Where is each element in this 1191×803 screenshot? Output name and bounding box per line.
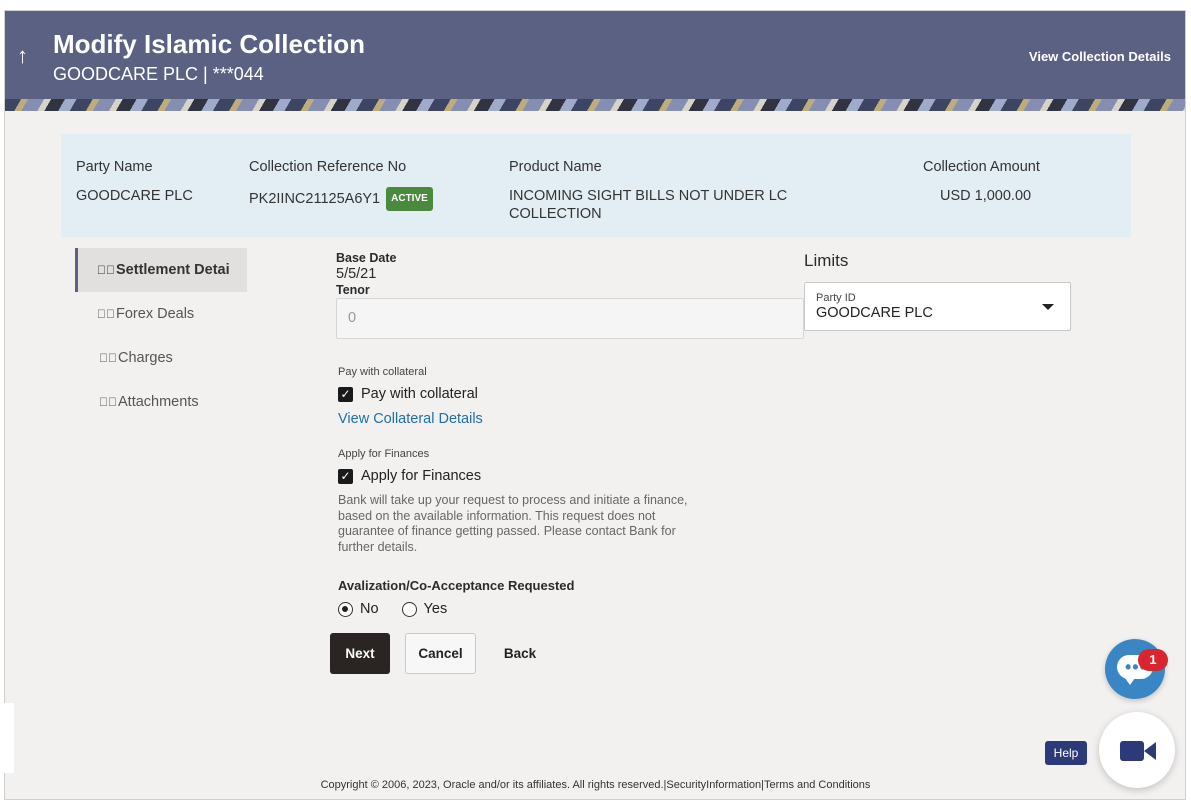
product-block: Product Name INCOMING SIGHT BILLS NOT UN… [509,159,809,223]
check-circle-icon: ✓⃝ [97,263,115,277]
sidebar-item-attachments[interactable]: ✓⃝Attachments [75,380,247,424]
pay-collateral-checkbox[interactable]: ✓ [338,386,353,402]
page-footer: Copyright © 2006, 2023, Oracle and/or it… [320,779,871,791]
sidebar-nav: ✓⃝Settlement Detai ✓⃝Forex Deals ✓⃝Charg… [75,248,247,424]
radio-yes-label: Yes [423,601,448,617]
view-collateral-details-link[interactable]: View Collateral Details [338,411,483,427]
apply-finances-checkbox-label: Apply for Finances [361,468,482,484]
cancel-button[interactable]: Cancel [405,633,476,674]
chevron-down-icon[interactable] [1042,304,1054,310]
party-id-select[interactable]: Party ID GOODCARE PLC [804,282,1071,331]
check-circle-icon: ✓⃝ [99,395,117,409]
chat-notification-badge: 1 [1138,649,1168,671]
sidebar-item-label: Attachments [118,394,199,410]
pay-collateral-section-label: Pay with collateral [338,366,427,378]
amount-block: Collection Amount USD 1,000.00 [923,159,1040,205]
apply-finances-checkbox[interactable]: ✓ [338,468,353,484]
party-name-value: GOODCARE PLC [76,188,193,204]
product-value: INCOMING SIGHT BILLS NOT UNDER LC COLLEC… [509,188,788,222]
radio-no-button[interactable] [338,601,353,617]
apply-finances-row[interactable]: ✓ Apply for Finances [338,468,708,484]
sidebar-item-settlement-details[interactable]: ✓⃝Settlement Detai [75,248,247,292]
reference-label: Collection Reference No [249,159,407,175]
back-button[interactable]: Back [497,633,543,674]
video-camera-body [1120,741,1144,761]
sidebar-item-label: Settlement Detai [116,262,230,278]
party-name-block: Party Name GOODCARE PLC [76,159,193,205]
help-button[interactable]: Help [1045,741,1087,765]
view-collection-details-link[interactable]: View Collection Details [1029,49,1171,64]
left-edge-strip [0,703,14,773]
limits-section: Limits Party ID GOODCARE PLC [804,251,1071,331]
settlement-form: Base Date 5/5/21 Tenor 0 Pay with collat… [336,251,806,617]
party-id-value: GOODCARE PLC [816,305,933,321]
apply-finances-section-label: Apply for Finances [338,448,430,460]
amount-value: USD 1,000.00 [940,188,1032,204]
status-badge: ACTIVE [386,187,433,211]
base-date-label: Base Date [336,251,397,265]
radio-yes-button[interactable] [401,601,417,617]
tenor-label: Tenor [336,283,370,297]
tenor-input[interactable]: 0 [336,298,804,339]
radio-option-no[interactable]: No [338,601,379,617]
page-header: ↑ Modify Islamic Collection GOODCARE PLC… [5,11,1185,111]
party-name-label: Party Name [76,159,153,175]
sidebar-item-charges[interactable]: ✓⃝Charges [75,336,247,380]
limits-title: Limits [804,251,849,270]
finance-note: Bank will take up your request to proces… [338,493,688,554]
pay-collateral-row[interactable]: ✓ Pay with collateral [338,386,483,402]
check-circle-icon: ✓⃝ [97,307,115,321]
radio-no-label: No [360,601,379,617]
base-date-value: 5/5/21 [336,266,377,282]
check-circle-icon: ✓⃝ [99,351,117,365]
reference-block: Collection Reference No PK2IINC21125A6Y1… [249,159,433,211]
reference-value: PK2IINC21125A6Y1 [249,191,381,207]
product-label: Product Name [509,159,602,175]
pay-collateral-checkbox-label: Pay with collateral [361,386,478,402]
video-camera-icon[interactable] [1099,712,1175,788]
next-button[interactable]: Next [330,633,390,674]
party-id-label: Party ID [816,292,856,304]
header-decorative-pattern [5,99,1185,111]
page-subtitle: GOODCARE PLC | ***044 [53,64,264,84]
page-frame: ↑ Modify Islamic Collection GOODCARE PLC… [4,10,1186,800]
video-camera-lens [1144,742,1156,760]
page-title: Modify Islamic Collection [53,29,366,59]
avalization-label: Avalization/Co-Acceptance Requested [338,578,575,593]
collection-summary-panel: Party Name GOODCARE PLC Collection Refer… [61,134,1131,237]
sidebar-item-label: Forex Deals [116,306,195,322]
amount-label: Collection Amount [923,159,1040,175]
sidebar-item-forex-deals[interactable]: ✓⃝Forex Deals [75,292,247,336]
radio-option-yes[interactable]: Yes [401,601,448,617]
sidebar-item-label: Charges [118,350,173,366]
up-arrow-icon[interactable]: ↑ [17,43,28,69]
